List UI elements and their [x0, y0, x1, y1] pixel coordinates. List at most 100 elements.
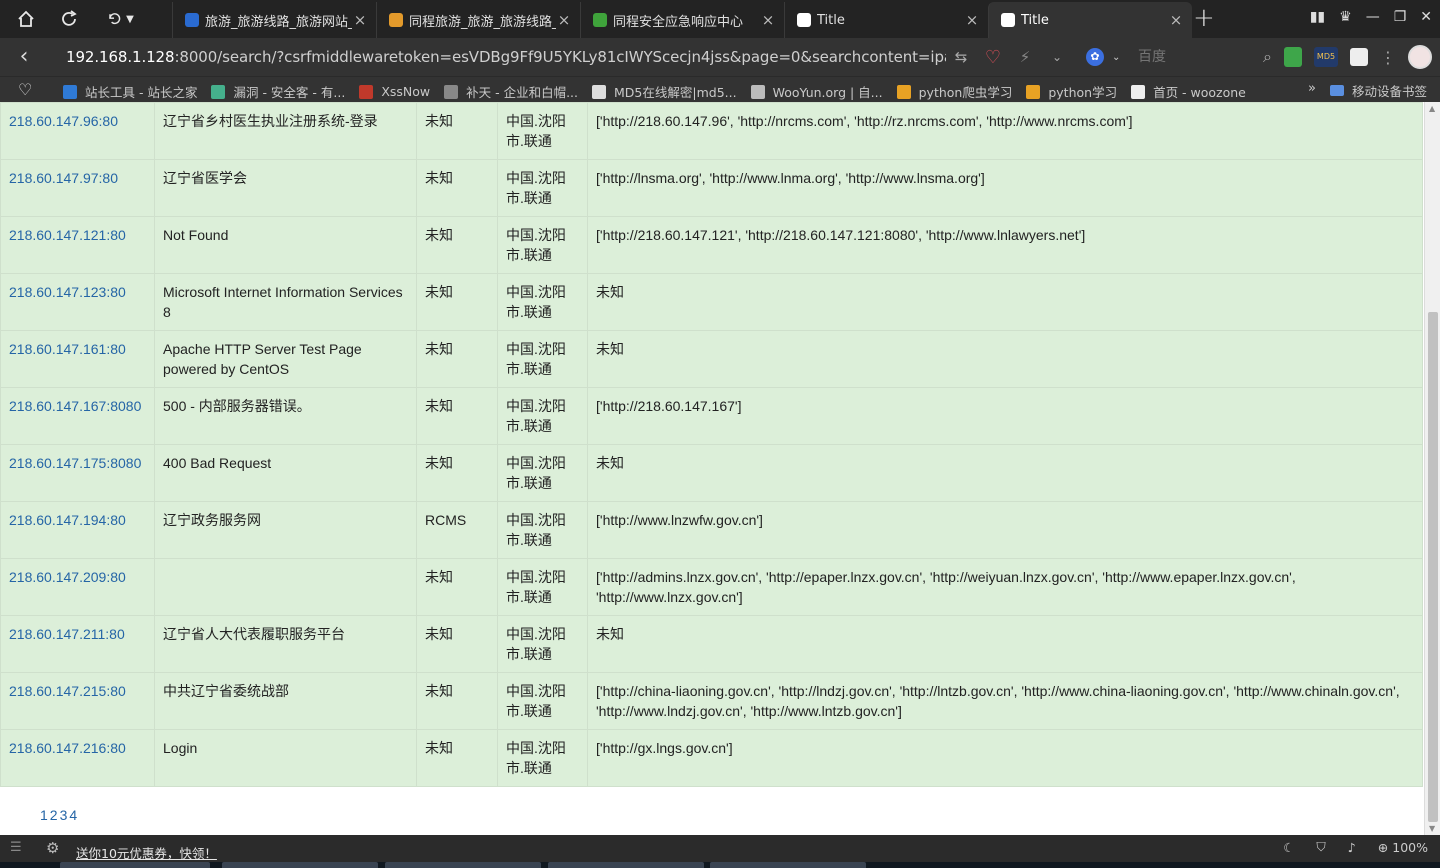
gear-icon[interactable]: ⚙	[46, 839, 59, 857]
extension-icon[interactable]	[1350, 48, 1368, 66]
table-row: 218.60.147.215:80 中共辽宁省委统战部 未知 中国.沈阳市.联通 ['h…	[0, 672, 1423, 730]
bookmark-item[interactable]: 站长工具 - 站长之家	[63, 82, 197, 101]
avatar[interactable]	[1408, 45, 1432, 69]
volume-icon[interactable]: ♪	[1348, 840, 1356, 855]
bookmark-item[interactable]: python爬虫学习	[896, 82, 1013, 101]
bookmark-label: 漏洞 - 安全客 - 有...	[233, 85, 346, 100]
reload-icon[interactable]	[51, 0, 87, 38]
location-cell: 中国.沈阳市.联通	[497, 729, 588, 787]
ip-link[interactable]: 218.60.147.175:8080	[9, 455, 141, 471]
bookmark-item[interactable]: 补天 - 企业和白帽...	[444, 82, 578, 101]
results-table: 218.60.147.96:80 辽宁省乡村医生执业注册系统-登录 未知 中国.沈阳市…	[0, 102, 1423, 787]
taskbar-button[interactable]	[222, 862, 378, 868]
close-tab-icon[interactable]: ×	[964, 11, 980, 29]
favorite-heart-icon[interactable]: ♡	[982, 46, 1004, 68]
bookmark-item[interactable]: 首页 - woozone	[1131, 82, 1246, 101]
search-icon[interactable]: ⌕	[1263, 47, 1272, 67]
bookmark-item[interactable]: python学习	[1026, 82, 1117, 101]
ip-link[interactable]: 218.60.147.123:80	[9, 284, 126, 300]
title-cell: Login	[154, 729, 417, 787]
scrollbar-thumb[interactable]	[1428, 312, 1438, 822]
md5-extension-icon[interactable]: MD5	[1314, 47, 1338, 67]
menu-dots-icon[interactable]: ⋮	[1380, 48, 1396, 67]
favorites-heart-icon[interactable]: ♡	[18, 80, 32, 99]
ip-link[interactable]: 218.60.147.194:80	[9, 512, 126, 528]
bookmark-mobile-folder[interactable]: 移动设备书签	[1330, 81, 1427, 100]
skin-icon[interactable]: ♛	[1339, 9, 1352, 25]
browser-tab[interactable]: Title ×	[988, 2, 1192, 38]
bookmark-item[interactable]: 漏洞 - 安全客 - 有...	[211, 82, 345, 101]
zoom-control[interactable]: ⊕ 100%	[1378, 840, 1428, 855]
search-engine-selector[interactable]: ✿ ⌄	[1086, 44, 1120, 70]
new-tab-button[interactable]: +	[1193, 4, 1215, 32]
ip-link[interactable]: 218.60.147.167:8080	[9, 398, 141, 414]
bookmark-label: python爬虫学习	[918, 85, 1013, 100]
promo-link[interactable]: 送你10元优惠券，快领！	[76, 843, 217, 862]
ip-link[interactable]: 218.60.147.211:80	[9, 626, 125, 642]
domains-cell: ['http://218.60.147.96', 'http://nrcms.c…	[587, 102, 1423, 160]
page-link[interactable]: 2	[50, 807, 58, 823]
scroll-up-arrow-icon[interactable]: ▲	[1429, 104, 1435, 113]
chevron-down-icon[interactable]: ⌄	[1046, 46, 1068, 68]
ip-link[interactable]: 218.60.147.97:80	[9, 170, 118, 186]
ip-link[interactable]: 218.60.147.215:80	[9, 683, 126, 699]
bookmark-item[interactable]: MD5在线解密|md5...	[592, 82, 737, 101]
restore-button[interactable]: ❐	[1394, 9, 1407, 25]
vertical-scrollbar[interactable]: ▲ ▼	[1424, 102, 1440, 835]
close-tab-icon[interactable]: ×	[556, 11, 572, 29]
taskbar-button[interactable]	[60, 862, 210, 868]
translate-icon[interactable]: ⇆	[950, 46, 972, 68]
page-link[interactable]: 1	[40, 807, 48, 823]
close-tab-icon[interactable]: ×	[352, 11, 368, 29]
bookmark-item[interactable]: WooYun.org | 自...	[750, 82, 883, 101]
sidebar-toggle-icon[interactable]: ☰	[10, 840, 22, 855]
page-link[interactable]: 4	[69, 807, 77, 823]
location-cell: 中国.沈阳市.联通	[497, 672, 588, 730]
address-bar[interactable]: 192.168.1.128:8000/search/?csrfmiddlewar…	[66, 46, 946, 67]
tab-overview-icon[interactable]: ▮▮	[1310, 9, 1325, 25]
table-row: 218.60.147.175:8080 400 Bad Request 未知 中国.沈…	[0, 444, 1423, 502]
address-actions: ⇆ ♡ ⚡ ⌄	[950, 44, 1068, 70]
ip-link[interactable]: 218.60.147.96:80	[9, 113, 118, 129]
folder-icon	[1330, 85, 1344, 96]
ip-cell: 218.60.147.123:80	[0, 273, 155, 331]
table-row: 218.60.147.121:80 Not Found 未知 中国.沈阳市.联通 ['h…	[0, 216, 1423, 274]
browser-tab[interactable]: Title ×	[784, 2, 988, 38]
bookmark-favicon-icon	[1026, 84, 1041, 99]
page-link[interactable]: 3	[60, 807, 68, 823]
bookmark-item[interactable]: XssNow	[359, 82, 430, 101]
scroll-down-arrow-icon[interactable]: ▼	[1429, 824, 1435, 833]
domains-cell: 未知	[587, 273, 1423, 331]
undo-close-tab-icon[interactable]: ▼	[98, 0, 142, 38]
search-input[interactable]	[1138, 46, 1228, 68]
ip-link[interactable]: 218.60.147.121:80	[9, 227, 126, 243]
taskbar-button[interactable]	[548, 862, 704, 868]
shield-icon[interactable]: ⛉	[1316, 839, 1325, 855]
tab-favicon-icon	[185, 13, 199, 27]
ip-link[interactable]: 218.60.147.216:80	[9, 740, 126, 756]
lock-extension-icon[interactable]	[1284, 47, 1302, 67]
ip-link[interactable]: 218.60.147.209:80	[9, 569, 126, 585]
location-cell: 中国.沈阳市.联通	[497, 102, 588, 160]
lightning-icon[interactable]: ⚡	[1014, 46, 1036, 68]
browser-tab[interactable]: 同程安全应急响应中心 ×	[580, 2, 784, 38]
ip-link[interactable]: 218.60.147.161:80	[9, 341, 126, 357]
os-taskbar	[0, 862, 1440, 868]
chevron-down-icon: ▼	[126, 13, 134, 25]
back-button[interactable]: ‹	[0, 44, 48, 69]
close-window-button[interactable]: ✕	[1420, 9, 1432, 25]
taskbar-button[interactable]	[385, 862, 541, 868]
close-tab-icon[interactable]: ×	[760, 11, 776, 29]
taskbar-button[interactable]	[710, 862, 866, 868]
night-mode-icon[interactable]: ☾	[1283, 840, 1294, 855]
browser-tab[interactable]: 旅游_旅游线路_旅游网站_同 ×	[172, 2, 376, 38]
ip-cell: 218.60.147.175:8080	[0, 444, 155, 502]
home-icon[interactable]	[8, 0, 44, 38]
browser-tab[interactable]: 同程旅游_旅游_旅游线路_同 ×	[376, 2, 580, 38]
bookmark-label: XssNow	[381, 84, 431, 99]
minimize-button[interactable]: —	[1366, 9, 1380, 25]
cms-cell: 未知	[416, 615, 498, 673]
bookmarks-overflow-button[interactable]: »	[1308, 81, 1316, 96]
close-tab-icon[interactable]: ×	[1168, 11, 1184, 29]
ip-cell: 218.60.147.96:80	[0, 102, 155, 160]
